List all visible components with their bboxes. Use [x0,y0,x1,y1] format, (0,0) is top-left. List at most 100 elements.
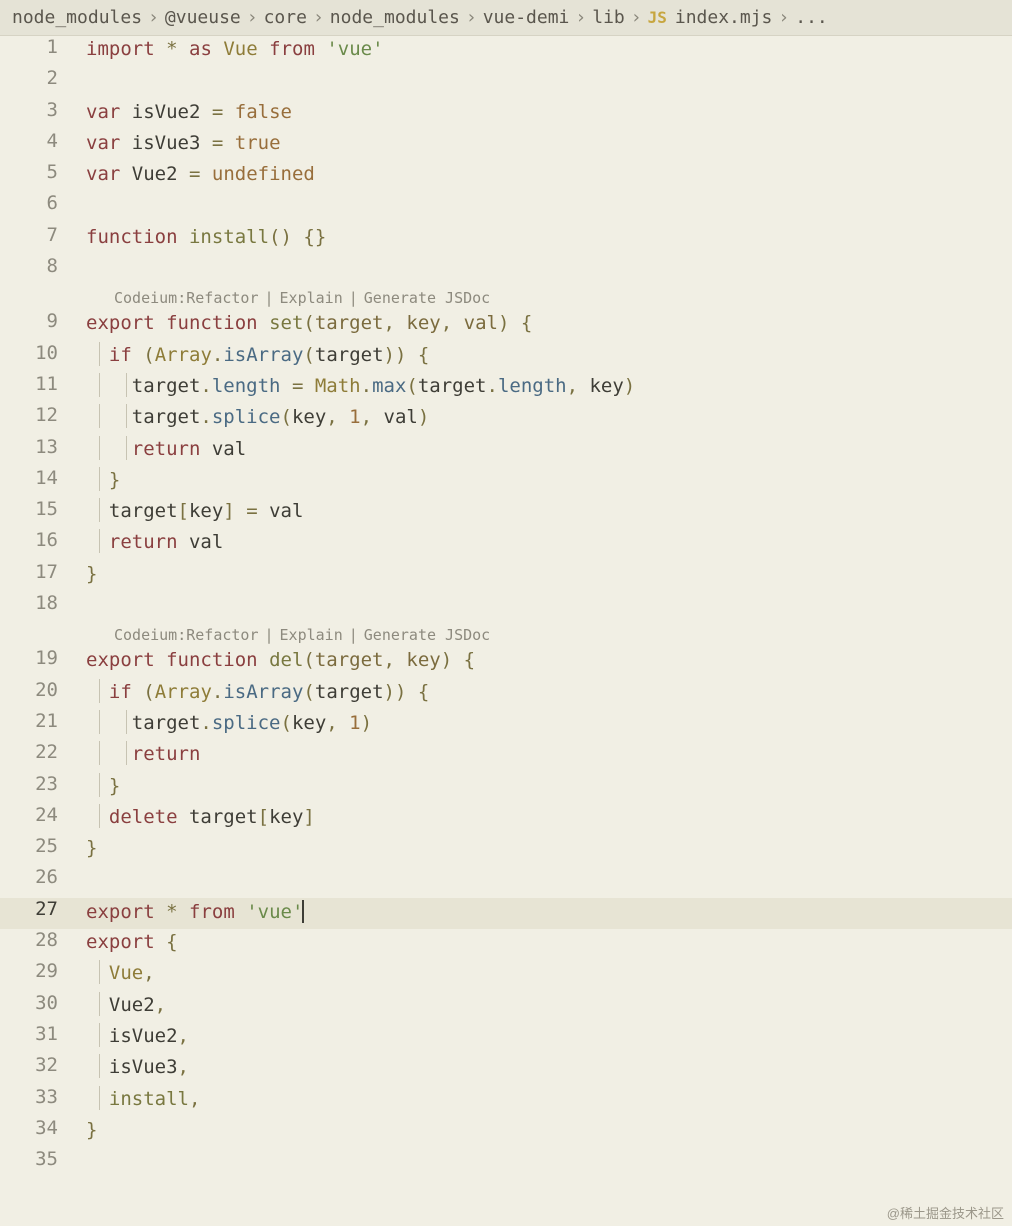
code-line[interactable]: 25} [0,835,1012,866]
code-content[interactable]: return val [86,529,1012,553]
code-line[interactable]: 26 [0,866,1012,897]
code-line[interactable]: 18 [0,592,1012,623]
breadcrumb-overflow[interactable]: ... [795,7,828,28]
code-content[interactable]: target[key] = val [86,498,1012,522]
code-content[interactable]: if (Array.isArray(target)) { [86,679,1012,703]
code-line[interactable]: 24 delete target[key] [0,804,1012,835]
codelens-action[interactable]: Refactor [186,289,258,307]
code-line[interactable]: 5var Vue2 = undefined [0,161,1012,192]
code-line[interactable]: 23 } [0,773,1012,804]
code-line[interactable]: 15 target[key] = val [0,498,1012,529]
code-line[interactable]: 17} [0,561,1012,592]
codelens-action[interactable]: Generate JSDoc [364,289,490,307]
code-content[interactable]: return val [86,436,1012,460]
code-line[interactable]: 11 target.length = Math.max(target.lengt… [0,373,1012,404]
line-number: 6 [0,192,86,214]
code-content[interactable]: isVue2, [86,1023,1012,1047]
code-line[interactable]: 32 isVue3, [0,1054,1012,1085]
breadcrumb-item[interactable]: core [264,7,307,28]
code-content[interactable]: return [86,741,1012,765]
code-line[interactable]: 7function install() {} [0,224,1012,255]
code-content[interactable]: install, [86,1086,1012,1110]
code-line[interactable]: 14 } [0,467,1012,498]
line-number: 28 [0,929,86,951]
breadcrumb-item[interactable]: node_modules [12,7,142,28]
code-content[interactable]: export { [86,929,1012,953]
codelens-action[interactable]: Refactor [186,626,258,644]
codelens-action[interactable]: Explain [280,626,343,644]
code-line[interactable]: 16 return val [0,529,1012,560]
code-content[interactable]: var isVue3 = true [86,130,1012,154]
indent-guide [126,436,127,460]
code-line[interactable]: 4var isVue3 = true [0,130,1012,161]
code-line[interactable]: 30 Vue2, [0,992,1012,1023]
code-content[interactable] [86,592,1012,594]
code-content[interactable]: function install() {} [86,224,1012,248]
code-content[interactable]: } [86,1117,1012,1141]
line-number: 16 [0,529,86,551]
code-line[interactable]: 10 if (Array.isArray(target)) { [0,342,1012,373]
code-content[interactable]: target.splice(key, 1) [86,710,1012,734]
breadcrumb-item[interactable]: vue-demi [483,7,570,28]
code-content[interactable] [86,255,1012,257]
breadcrumb[interactable]: node_modules›@vueuse›core›node_modules›v… [0,0,1012,36]
code-line[interactable]: 8 [0,255,1012,286]
code-content[interactable]: export function del(target, key) { [86,647,1012,671]
line-number: 35 [0,1148,86,1170]
code-content[interactable]: isVue3, [86,1054,1012,1078]
indent-guide [99,992,100,1016]
code-line[interactable]: 34} [0,1117,1012,1148]
breadcrumb-item[interactable]: node_modules [330,7,460,28]
code-line[interactable]: 22 return [0,741,1012,772]
code-line[interactable]: 31 isVue2, [0,1023,1012,1054]
code-line[interactable]: 20 if (Array.isArray(target)) { [0,679,1012,710]
breadcrumb-item[interactable]: lib [592,7,625,28]
code-content[interactable]: export * from 'vue' [86,898,1012,923]
code-line[interactable]: 2 [0,67,1012,98]
line-number: 18 [0,592,86,614]
code-content[interactable]: export function set(target, key, val) { [86,310,1012,334]
code-line[interactable]: 27export * from 'vue' [0,898,1012,929]
code-line[interactable]: 21 target.splice(key, 1) [0,710,1012,741]
code-editor[interactable]: 1import * as Vue from 'vue'23var isVue2 … [0,36,1012,1179]
code-content[interactable]: } [86,835,1012,859]
code-content[interactable]: delete target[key] [86,804,1012,828]
code-line[interactable]: 6 [0,192,1012,223]
code-content[interactable]: } [86,561,1012,585]
indent-guide [99,467,100,491]
codelens-action[interactable]: Generate JSDoc [364,626,490,644]
code-line[interactable]: 1import * as Vue from 'vue' [0,36,1012,67]
code-line[interactable]: 19export function del(target, key) { [0,647,1012,678]
code-line[interactable]: 12 target.splice(key, 1, val) [0,404,1012,435]
code-line[interactable]: 3var isVue2 = false [0,99,1012,130]
indent-guide [99,1023,100,1047]
code-content[interactable]: target.length = Math.max(target.length, … [86,373,1012,397]
line-number: 8 [0,255,86,277]
code-line[interactable]: 35 [0,1148,1012,1179]
indent-guide [126,710,127,734]
code-line[interactable]: 33 install, [0,1086,1012,1117]
code-content[interactable]: Vue2, [86,992,1012,1016]
breadcrumb-file[interactable]: index.mjs [675,7,773,28]
code-line[interactable]: 9export function set(target, key, val) { [0,310,1012,341]
code-content[interactable] [86,192,1012,194]
code-content[interactable]: Vue, [86,960,1012,984]
code-content[interactable]: target.splice(key, 1, val) [86,404,1012,428]
line-number: 7 [0,224,86,246]
code-line[interactable]: 13 return val [0,436,1012,467]
codelens-action[interactable]: Explain [280,289,343,307]
code-line[interactable]: 28export { [0,929,1012,960]
code-content[interactable]: import * as Vue from 'vue' [86,36,1012,60]
code-content[interactable] [86,1148,1012,1150]
indent-guide [99,436,100,460]
watermark: @稀土掘金技术社区 [887,1203,1004,1222]
code-line[interactable]: 29 Vue, [0,960,1012,991]
breadcrumb-item[interactable]: @vueuse [165,7,241,28]
code-content[interactable]: } [86,467,1012,491]
code-content[interactable]: } [86,773,1012,797]
code-content[interactable] [86,67,1012,69]
code-content[interactable]: var Vue2 = undefined [86,161,1012,185]
code-content[interactable]: if (Array.isArray(target)) { [86,342,1012,366]
code-content[interactable]: var isVue2 = false [86,99,1012,123]
code-content[interactable] [86,866,1012,868]
